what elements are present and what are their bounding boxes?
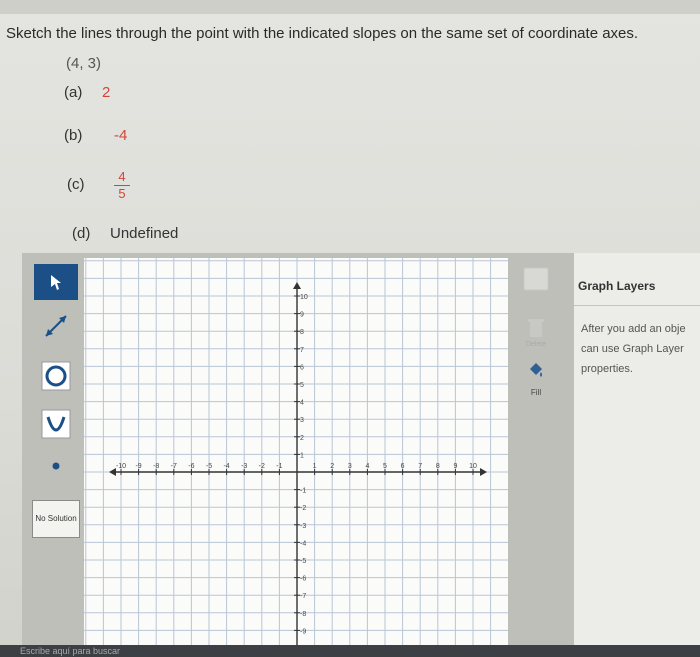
layer-controls: Delete Fill: [514, 258, 558, 398]
delete-label: Delete: [525, 341, 547, 348]
x-tick-label: 5: [383, 463, 387, 470]
parabola-tool-icon: [41, 409, 71, 439]
x-tick-label: 3: [348, 463, 352, 470]
circle-tool-button[interactable]: [34, 358, 78, 394]
given-point: (4, 3): [66, 55, 102, 72]
panel-divider: [574, 305, 700, 306]
graph-layers-hint: After you add an obje can use Graph Laye…: [581, 319, 700, 379]
part-b: (b) -4: [64, 127, 127, 144]
hint-line-1: After you add an obje: [581, 323, 686, 335]
y-tick-label: 10: [300, 294, 308, 301]
x-tick-label: -4: [223, 463, 229, 470]
coordinate-grid[interactable]: -10 -9 -8 -7 -6 -5 -4 -3 -2 -1 1 2 3 4 5 6 7 8 9 10 10 9 8 7 6 5 4…: [84, 258, 508, 657]
x-tick-label: -3: [241, 463, 247, 470]
line-tool-button[interactable]: [34, 308, 78, 344]
part-b-label: (b): [64, 127, 83, 144]
x-tick-label: 9: [453, 463, 457, 470]
y-tick-label: -8: [300, 611, 306, 618]
delete-button[interactable]: [518, 312, 554, 342]
y-tick-label: -6: [300, 576, 306, 583]
page: Sketch the lines through the point with …: [0, 0, 700, 657]
x-axis-arrow-right: [480, 468, 487, 476]
x-tick-label: 1: [313, 463, 317, 470]
part-a: (a) 2: [64, 84, 110, 101]
x-axis-arrow-left: [109, 468, 116, 476]
fill-button[interactable]: [518, 356, 554, 386]
part-c-fraction: 4 5: [114, 170, 130, 201]
line-tool-icon: [45, 315, 67, 337]
y-tick-label: 1: [300, 452, 304, 459]
part-b-value: -4: [114, 127, 128, 144]
x-tick-label: 4: [365, 463, 369, 470]
fraction-numerator: 4: [118, 169, 126, 184]
y-tick-label: 8: [300, 329, 304, 336]
x-tick-label: -6: [188, 463, 194, 470]
part-a-label: (a): [64, 84, 83, 101]
paint-bucket-icon: [530, 363, 542, 377]
point-tool-button[interactable]: [34, 448, 78, 484]
fraction-denominator: 5: [118, 186, 126, 201]
x-tick-label: 7: [418, 463, 422, 470]
question-text: Sketch the lines through the point with …: [6, 25, 639, 42]
x-tick-label: 2: [330, 463, 334, 470]
x-tick-label: -5: [206, 463, 212, 470]
x-tick-label: -9: [135, 463, 141, 470]
taskbar-search[interactable]: Escribe aquí para buscar: [20, 646, 120, 656]
y-tick-label: 7: [300, 347, 304, 354]
layer-stack-icon: [523, 267, 549, 291]
layer-top-button[interactable]: [518, 264, 554, 294]
y-tick-label: -7: [300, 593, 306, 600]
select-tool-button[interactable]: [34, 264, 78, 300]
parabola-tool-button[interactable]: [34, 406, 78, 442]
x-tick-label: -1: [276, 463, 282, 470]
part-d-value: Undefined: [110, 225, 179, 242]
y-tick-label: -4: [300, 540, 306, 547]
y-tick-label: -5: [300, 558, 306, 565]
y-tick-label: -1: [300, 488, 306, 495]
no-solution-button[interactable]: No Solution: [32, 500, 80, 538]
hint-line-3: properties.: [581, 363, 633, 375]
y-tick-label: 5: [300, 382, 304, 389]
x-tick-label: -8: [153, 463, 159, 470]
point-tool-icon: [52, 462, 60, 470]
fill-label: Fill: [530, 388, 542, 397]
part-d-label: (d): [72, 225, 91, 242]
trash-icon: [528, 319, 544, 337]
x-tick-label: -7: [171, 463, 177, 470]
part-c-label: (c): [67, 176, 85, 193]
x-tick-label: 8: [436, 463, 440, 470]
top-strip: [0, 0, 700, 14]
select-arrow-icon: [51, 275, 61, 290]
y-tick-label: 4: [300, 400, 304, 407]
y-tick-label: 3: [300, 417, 304, 424]
y-tick-label: -3: [300, 523, 306, 530]
x-tick-label: -10: [116, 463, 126, 470]
y-tick-label: 6: [300, 364, 304, 371]
part-a-value: 2: [102, 84, 111, 101]
y-tick-label: -2: [300, 505, 306, 512]
y-tick-label: 9: [300, 312, 304, 319]
x-tick-label: -2: [259, 463, 265, 470]
x-tick-label: 10: [469, 463, 477, 470]
graph-layers-title: Graph Layers: [578, 279, 656, 293]
part-d: (d) Undefined: [72, 225, 178, 242]
x-tick-label: 6: [401, 463, 405, 470]
hint-line-2: can use Graph Layer: [581, 343, 684, 355]
y-tick-label: 2: [300, 435, 304, 442]
y-axis-arrow-up: [293, 282, 301, 289]
graph-layers-panel: Graph Layers After you add an obje can u…: [574, 253, 700, 657]
circle-tool-icon: [41, 361, 71, 391]
drawing-toolbar: No Solution: [30, 260, 86, 657]
y-tick-label: -9: [300, 628, 306, 635]
